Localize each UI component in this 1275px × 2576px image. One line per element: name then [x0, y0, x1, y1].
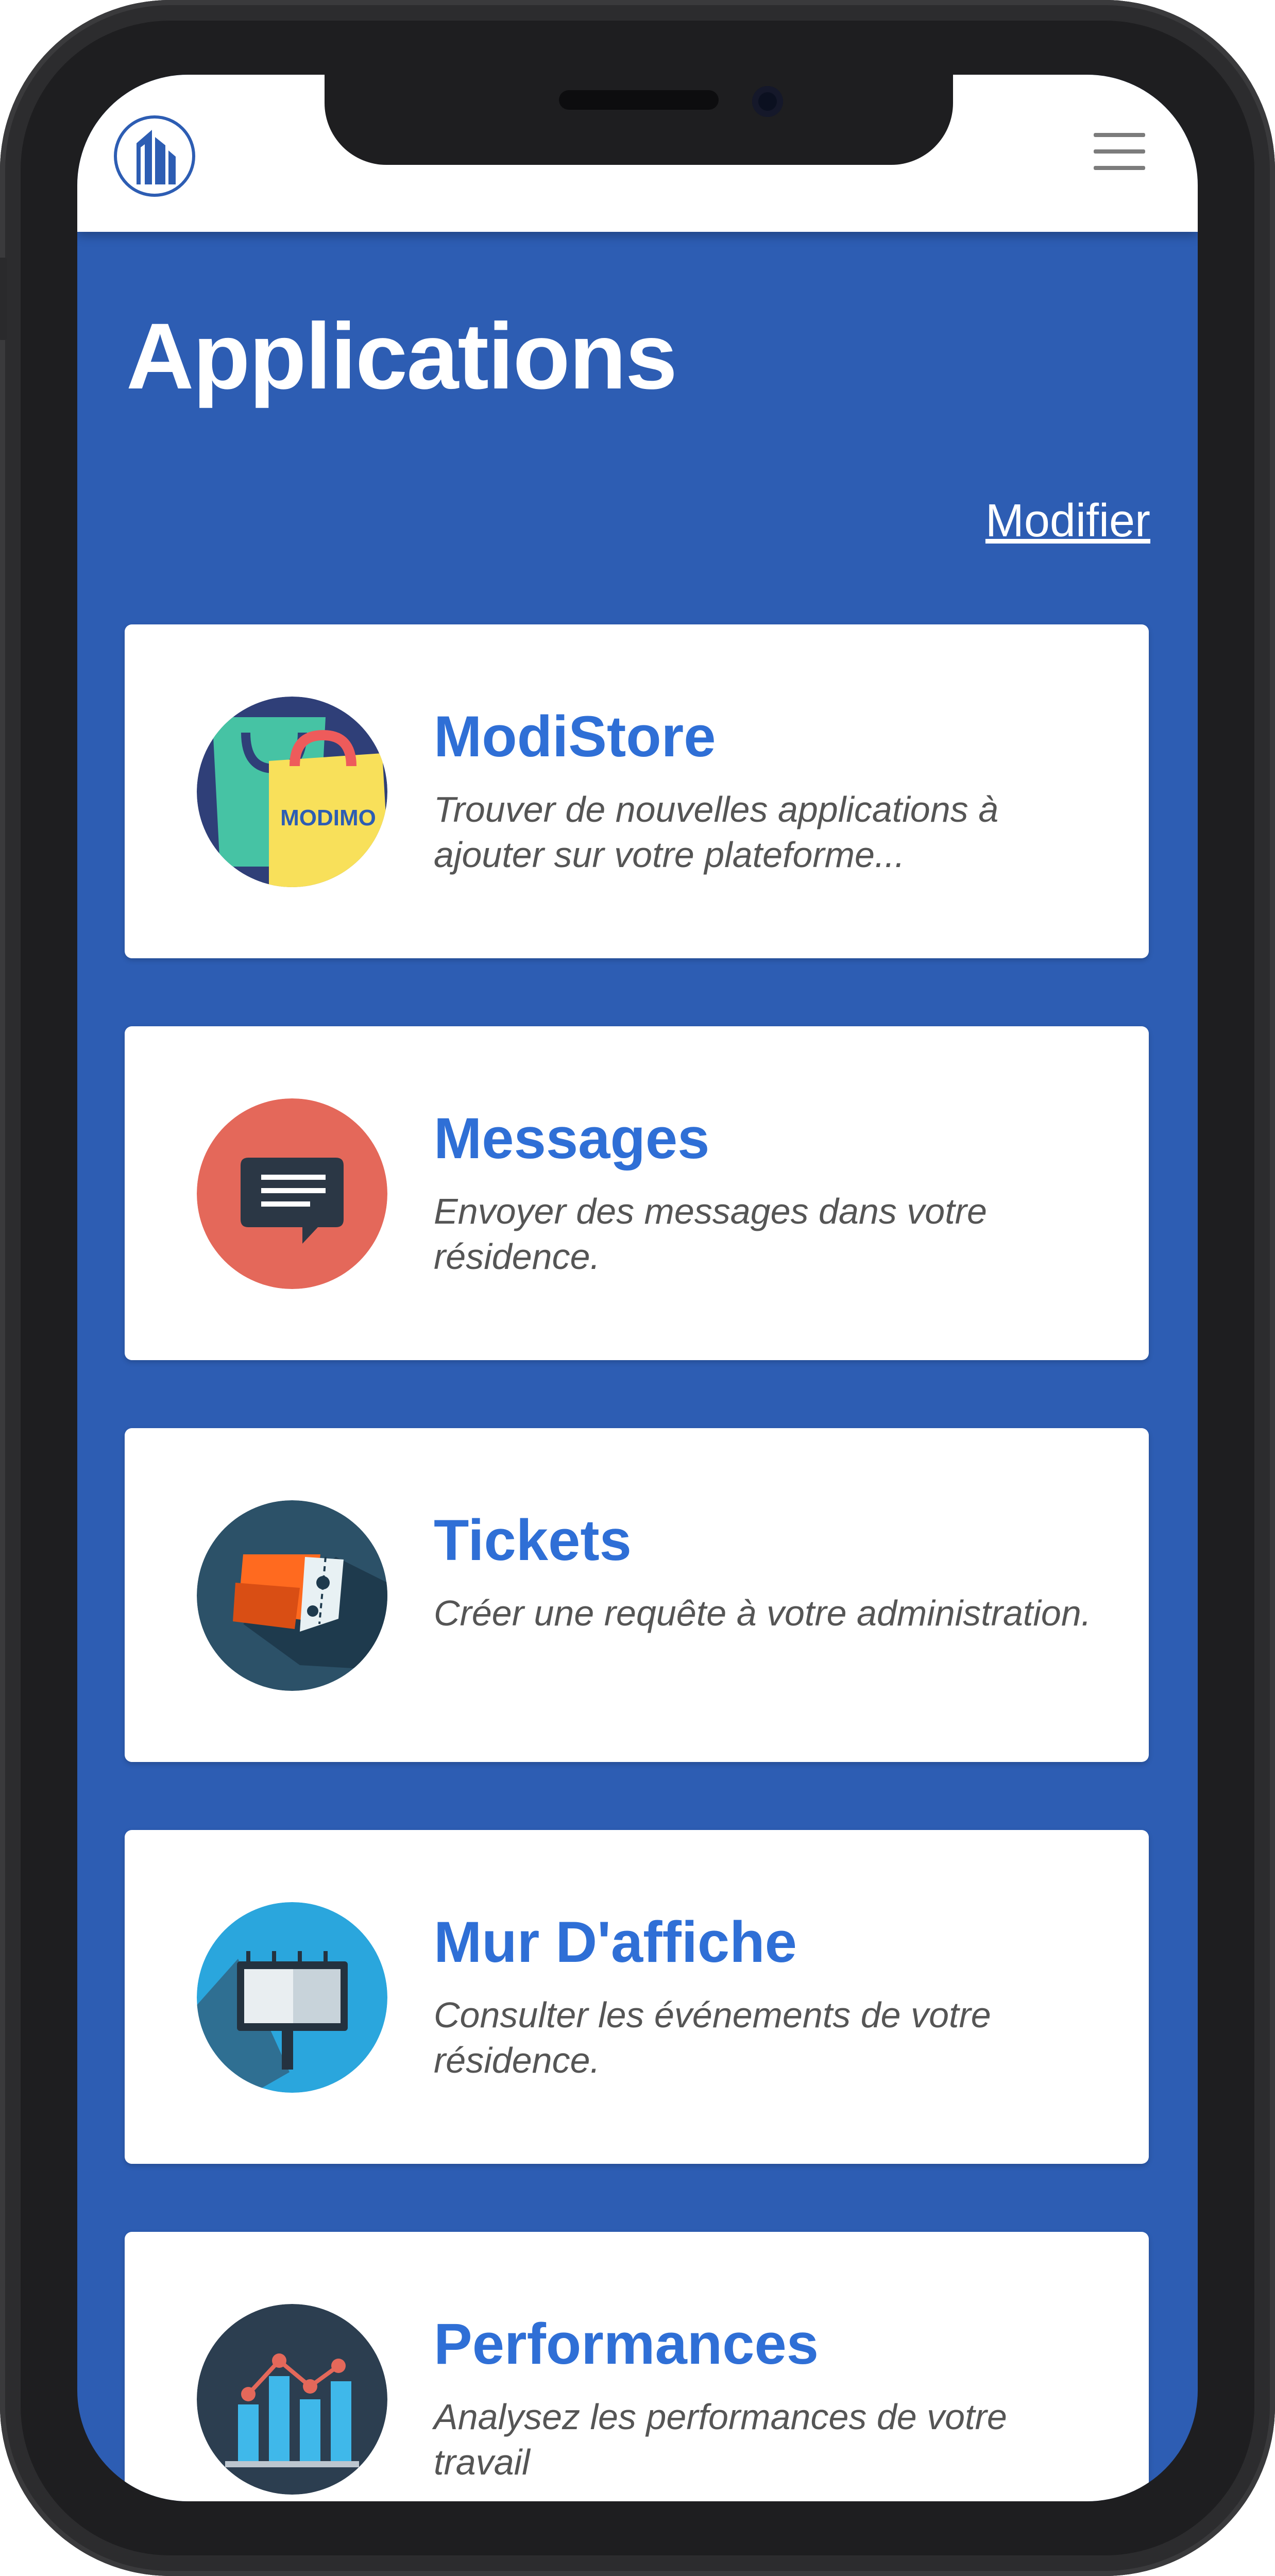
app-title: Tickets: [434, 1508, 632, 1572]
app-card-performances[interactable]: Performances Analysez les performances d…: [125, 2232, 1149, 2501]
front-camera: [752, 86, 783, 117]
chat-bubble-icon: [197, 1098, 387, 1289]
bar-chart-icon: [197, 2304, 387, 2495]
billboard-icon: [197, 1902, 387, 2093]
building-logo-icon[interactable]: [112, 113, 197, 199]
app-description: Analysez les performances de votre trava…: [434, 2397, 1007, 2482]
app-card-tickets[interactable]: Tickets Créer une requête à votre admini…: [125, 1428, 1149, 1762]
app-title: Performances: [434, 2312, 819, 2376]
phone-notch: [325, 75, 953, 165]
edit-link[interactable]: Modifier: [985, 495, 1150, 548]
hamburger-menu-icon[interactable]: [1094, 133, 1145, 174]
app-card-mur-daffiche[interactable]: Mur D'affiche Consulter les événements d…: [125, 1830, 1149, 2164]
mute-switch: [0, 258, 7, 340]
app-card-modistore[interactable]: MODIMO ModiStore Trouver de nouvelles ap…: [125, 624, 1149, 958]
app-description: Trouver de nouvelles applications à ajou…: [434, 789, 999, 875]
modimo-bag-label: MODIMO: [280, 805, 376, 831]
app-description: Créer une requête à votre administration…: [434, 1593, 1092, 1633]
app-card-messages[interactable]: Messages Envoyer des messages dans votre…: [125, 1026, 1149, 1360]
phone-frame: Applications Modifier MODIMO ModiStore T…: [0, 0, 1275, 2576]
app-title: Mur D'affiche: [434, 1910, 797, 1974]
shopping-bag-icon: MODIMO: [197, 697, 387, 887]
page-title: Applications: [126, 303, 677, 409]
app-title: ModiStore: [434, 704, 716, 769]
app-title: Messages: [434, 1106, 710, 1171]
speaker-grille: [559, 90, 719, 110]
app-description: Consulter les événements de votre réside…: [434, 1995, 991, 2080]
ticket-icon: [197, 1500, 387, 1691]
app-description: Envoyer des messages dans votre résidenc…: [434, 1191, 987, 1277]
app-screen: Applications Modifier MODIMO ModiStore T…: [77, 75, 1198, 2501]
